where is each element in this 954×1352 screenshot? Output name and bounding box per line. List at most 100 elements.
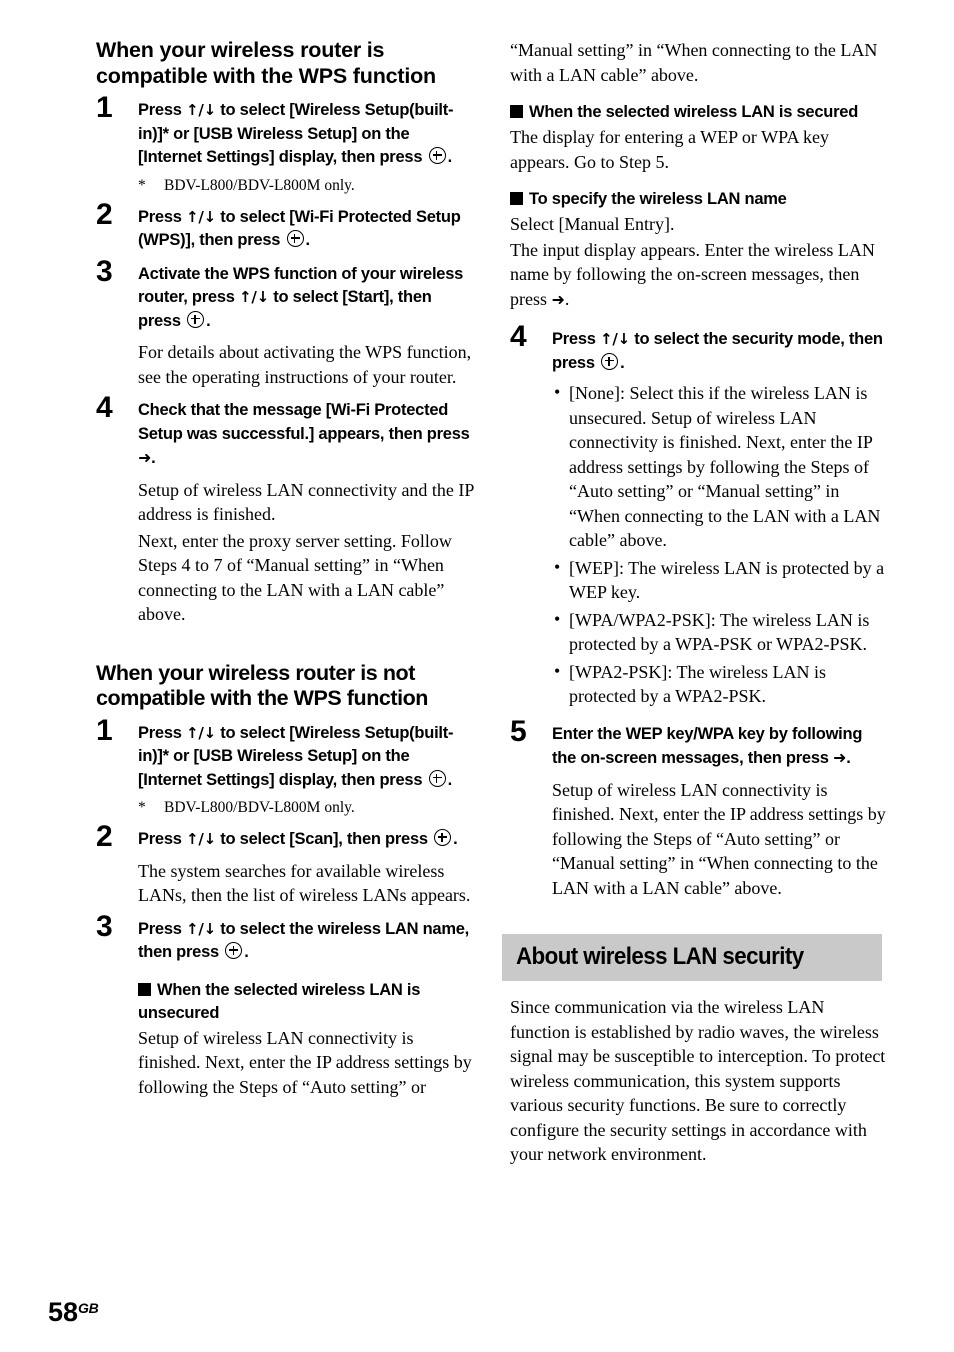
step-title-end: . <box>206 311 211 330</box>
subsection-body-line: The input display appears. Enter the wir… <box>510 238 888 313</box>
up-down-arrows-icon: ↑/↓ <box>186 723 216 742</box>
step-body-text: Setup of wireless LAN connectivity is fi… <box>552 779 886 898</box>
step-item: 3 Press ↑/↓ to select the wireless LAN n… <box>96 911 474 1100</box>
enter-circle-plus-icon <box>428 147 446 164</box>
section-body-text: Since communication via the wireless LAN… <box>510 997 886 1164</box>
list-item: • [WPA/WPA2-PSK]: The wireless LAN is pro… <box>552 608 888 657</box>
section-heading-wps-not-compatible: When your wireless router is not compati… <box>96 660 428 711</box>
dot-bullet-icon: • <box>554 608 561 629</box>
page-number-footer: 58GB <box>48 1295 99 1327</box>
page-region-code: GB <box>78 1300 99 1316</box>
footnote-text: BDV-L800/BDV-L800M only. <box>164 176 355 194</box>
step-title-part1: Enter the WEP key/WPA key by following t… <box>552 724 863 768</box>
step-title-end: . <box>151 449 156 467</box>
step-title-part1: Press <box>138 207 187 226</box>
step-body-text: The system searches for available wirele… <box>138 860 471 906</box>
step-title-part1: Check that the message [Wi-Fi Protected … <box>138 401 470 443</box>
footnote: * BDV-L800/BDV-L800M only. <box>138 798 474 818</box>
subheading-text: When the selected wireless LAN is secure… <box>529 103 859 121</box>
up-down-arrows-icon: ↑/↓ <box>186 101 216 119</box>
step-title: Activate the WPS function of your wirele… <box>138 263 474 334</box>
square-bullet-icon <box>138 982 151 996</box>
footnote-text: BDV-L800/BDV-L800M only. <box>164 799 355 816</box>
footnote-mark-icon: * <box>138 799 146 816</box>
step-title: Check that the message [Wi-Fi Protected … <box>138 399 474 471</box>
dot-bullet-icon: • <box>554 382 561 402</box>
right-arrow-icon: ➜ <box>551 289 565 309</box>
enter-circle-plus-icon <box>434 829 452 846</box>
step-item: 2 Press ↑/↓ to select [Scan], then press… <box>96 822 474 908</box>
dot-bullet-icon: • <box>554 660 561 681</box>
step-item: 3 Activate the WPS function of your wire… <box>96 256 474 390</box>
step-number: 2 <box>96 820 113 853</box>
section-bar-title: About wireless LAN security <box>516 943 804 970</box>
step-title-part1: Press <box>138 919 187 938</box>
page-number: 58 <box>48 1297 79 1327</box>
up-down-arrows-icon: ↑/↓ <box>186 207 216 226</box>
step-title-end: . <box>447 148 453 166</box>
list-item: • [WEP]: The wireless LAN is protected by… <box>552 556 888 605</box>
step-title-end: . <box>305 231 311 249</box>
step-number: 2 <box>96 197 113 231</box>
step-number: 3 <box>96 254 113 288</box>
right-column: “Manual setting” in “When connecting to … <box>502 38 888 1167</box>
list-item-text: [None]: Select this if the wireless LAN … <box>569 383 881 550</box>
footnote: * BDV-L800/BDV-L800M only. <box>138 176 474 196</box>
step-number: 5 <box>510 714 527 748</box>
step-body-text: Next, enter the proxy server setting. Fo… <box>138 530 452 625</box>
step-title: Enter the WEP key/WPA key by following t… <box>552 723 888 771</box>
enter-circle-plus-icon <box>286 230 304 247</box>
step-item: 1 Press ↑/↓ to select [Wireless Setup(bu… <box>96 715 474 819</box>
continued-paragraph: “Manual setting” in “When connecting to … <box>510 40 878 85</box>
step-title-part1: Press <box>552 330 601 348</box>
subsection-body-line: Select [Manual Entry]. <box>510 214 675 234</box>
section-bar-about-wireless-lan-security: About wireless LAN security <box>502 934 882 981</box>
enter-circle-plus-icon <box>225 942 243 959</box>
up-down-arrows-icon: ↑/↓ <box>186 830 216 848</box>
step-item: 4 Press ↑/↓ to select the security mode,… <box>510 322 888 709</box>
subsection-body-text: Setup of wireless LAN connectivity is fi… <box>138 1027 472 1097</box>
step-title-end: . <box>244 943 249 961</box>
up-down-arrows-icon: ↑/↓ <box>186 919 216 938</box>
step-item: 1 Press ↑/↓ to select [Wireless Setup(bu… <box>96 93 474 196</box>
step-number: 4 <box>510 320 527 353</box>
subsection-body-end: . <box>564 288 570 309</box>
subheading-secured-lan: When the selected wireless LAN is secure… <box>510 101 888 124</box>
step-number: 1 <box>96 91 113 124</box>
subheading-text: When the selected wireless LAN is unsecu… <box>138 980 421 1022</box>
step-body-text: Setup of wireless LAN connectivity and t… <box>138 479 474 525</box>
step-item: 2 Press ↑/↓ to select [Wi-Fi Protected S… <box>96 199 474 253</box>
step-title: Press ↑/↓ to select [Wireless Setup(buil… <box>138 99 474 170</box>
enter-circle-plus-icon <box>187 310 205 328</box>
subheading-specify-lan-name: To specify the wireless LAN name <box>510 188 888 211</box>
section-heading-wps-compatible: When your wireless router is compatible … <box>96 38 436 88</box>
step-title-end: . <box>453 830 458 848</box>
up-down-arrows-icon: ↑/↓ <box>600 330 630 348</box>
security-mode-list: • [None]: Select this if the wireless LAN… <box>552 381 888 709</box>
step-item: 5 Enter the WEP key/WPA key by following… <box>510 716 888 901</box>
right-arrow-icon: ➜ <box>138 448 152 467</box>
square-bullet-icon <box>510 192 523 205</box>
step-number: 3 <box>96 909 113 943</box>
step-title-part1: Press <box>138 723 187 742</box>
step-item: 4 Check that the message [Wi-Fi Protecte… <box>96 393 474 627</box>
enter-circle-plus-icon <box>428 769 446 787</box>
step-title-part1: Press <box>138 101 187 119</box>
step-body-text: For details about activating the WPS fun… <box>138 342 472 387</box>
subheading-unsecured-lan: When the selected wireless LAN is unsecu… <box>138 979 474 1025</box>
step-title: Press ↑/↓ to select the wireless LAN nam… <box>138 918 474 965</box>
step-title: Press ↑/↓ to select [Scan], then press . <box>138 828 474 852</box>
step-number: 1 <box>96 713 113 747</box>
step-title-part1: Press <box>138 830 187 848</box>
dot-bullet-icon: • <box>554 556 561 577</box>
footnote-mark-icon: * <box>138 176 146 194</box>
step-number: 4 <box>96 391 113 424</box>
list-item-text: [WEP]: The wireless LAN is protected by … <box>569 557 885 603</box>
two-column-layout: When your wireless router is compatible … <box>0 0 954 1260</box>
manual-page: When your wireless router is compatible … <box>0 0 954 1352</box>
list-item: • [None]: Select this if the wireless LAN… <box>552 381 888 553</box>
step-title-end: . <box>620 353 625 372</box>
list-item-text: [WPA2-PSK]: The wireless LAN is protecte… <box>569 661 826 707</box>
enter-circle-plus-icon <box>601 352 619 370</box>
right-arrow-icon: ➜ <box>833 748 847 767</box>
